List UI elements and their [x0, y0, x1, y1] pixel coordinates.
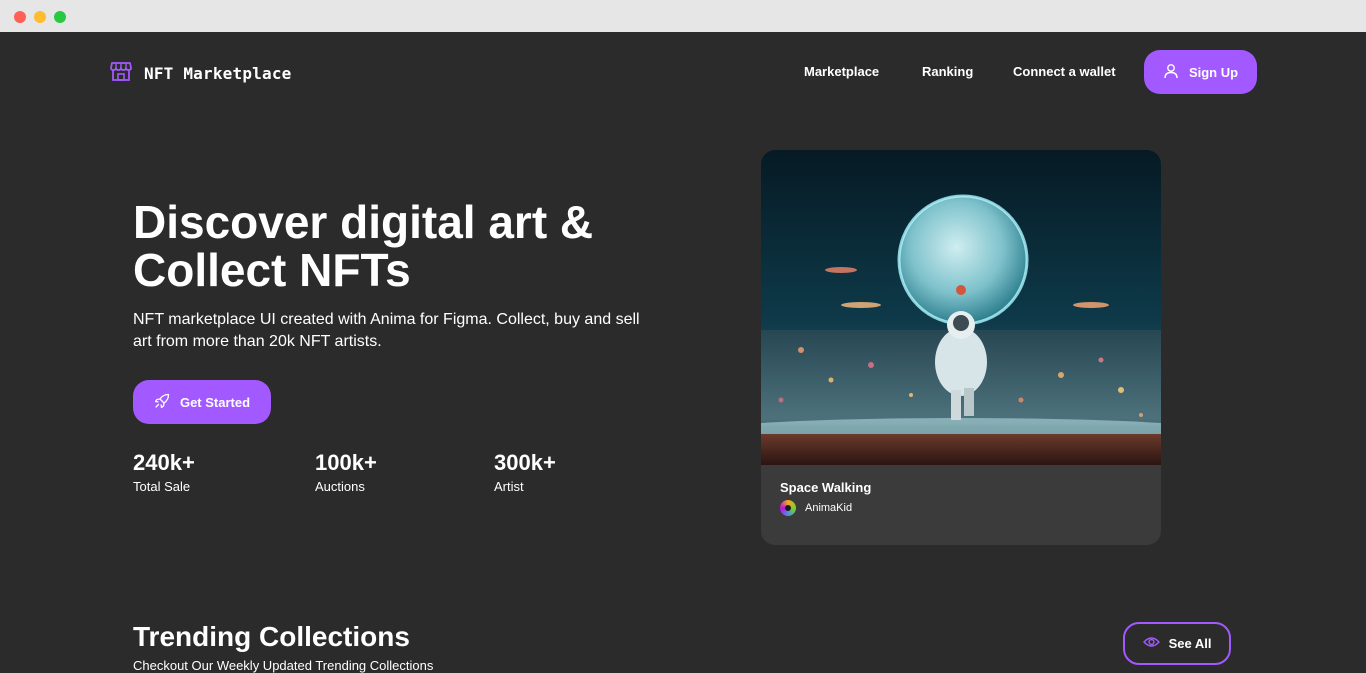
stat-label: Auctions [315, 479, 365, 494]
stat-total-sale: 240k+ Total Sale [133, 450, 195, 498]
close-window-button[interactable] [14, 11, 26, 23]
nft-title: Space Walking [780, 480, 872, 495]
maximize-window-button[interactable] [54, 11, 66, 23]
get-started-button[interactable]: Get Started [133, 380, 271, 424]
stat-label: Total Sale [133, 479, 191, 494]
artist-name: AnimaKid [805, 502, 853, 514]
artist-avatar [780, 500, 796, 516]
hero-title-line-2: Collect NFTs [133, 244, 411, 296]
stat-value: 100k+ [315, 450, 377, 475]
nav-link-ranking[interactable]: Ranking [922, 64, 973, 79]
sign-up-label: Sign Up [1188, 64, 1239, 80]
see-all-button[interactable]: See All [1123, 622, 1231, 665]
minimize-window-button[interactable] [34, 11, 46, 23]
hero-subtitle-line-1: NFT marketplace UI created with Anima fo… [133, 311, 640, 328]
see-all-label: See All [1168, 636, 1212, 651]
rocket-icon [154, 393, 170, 412]
brand-logo[interactable]: NFT Marketplace [110, 60, 292, 87]
storefront-icon [110, 60, 132, 87]
hero-title: Discover digital art & Collect NFTs [133, 198, 693, 294]
nav-link-marketplace[interactable]: Marketplace [804, 64, 879, 79]
hero-subtitle: NFT marketplace UI created with Anima fo… [133, 309, 693, 353]
stat-auctions: 100k+ Auctions [315, 450, 377, 498]
featured-nft-card[interactable]: Space Walking AnimaKid [761, 150, 1161, 545]
eye-icon [1142, 636, 1160, 651]
stat-value: 240k+ [133, 450, 195, 475]
user-icon [1163, 63, 1179, 82]
window-titlebar [0, 0, 1366, 32]
hero-subtitle-line-2: art from more than 20k NFT artists. [133, 333, 382, 350]
nft-artist[interactable]: AnimaKid [780, 500, 852, 516]
stat-value: 300k+ [494, 450, 556, 475]
sign-up-button[interactable]: Sign Up [1144, 50, 1257, 94]
get-started-label: Get Started [179, 394, 251, 410]
nav-link-connect-wallet[interactable]: Connect a wallet [1013, 64, 1116, 79]
hero-title-line-1: Discover digital art & [133, 196, 594, 248]
stat-label: Artist [494, 479, 524, 494]
brand-name: NFT Marketplace [144, 64, 292, 83]
featured-nft-artwork [761, 150, 1161, 465]
trending-collections-title: Trending Collections [133, 621, 410, 652]
stat-artist: 300k+ Artist [494, 450, 556, 498]
